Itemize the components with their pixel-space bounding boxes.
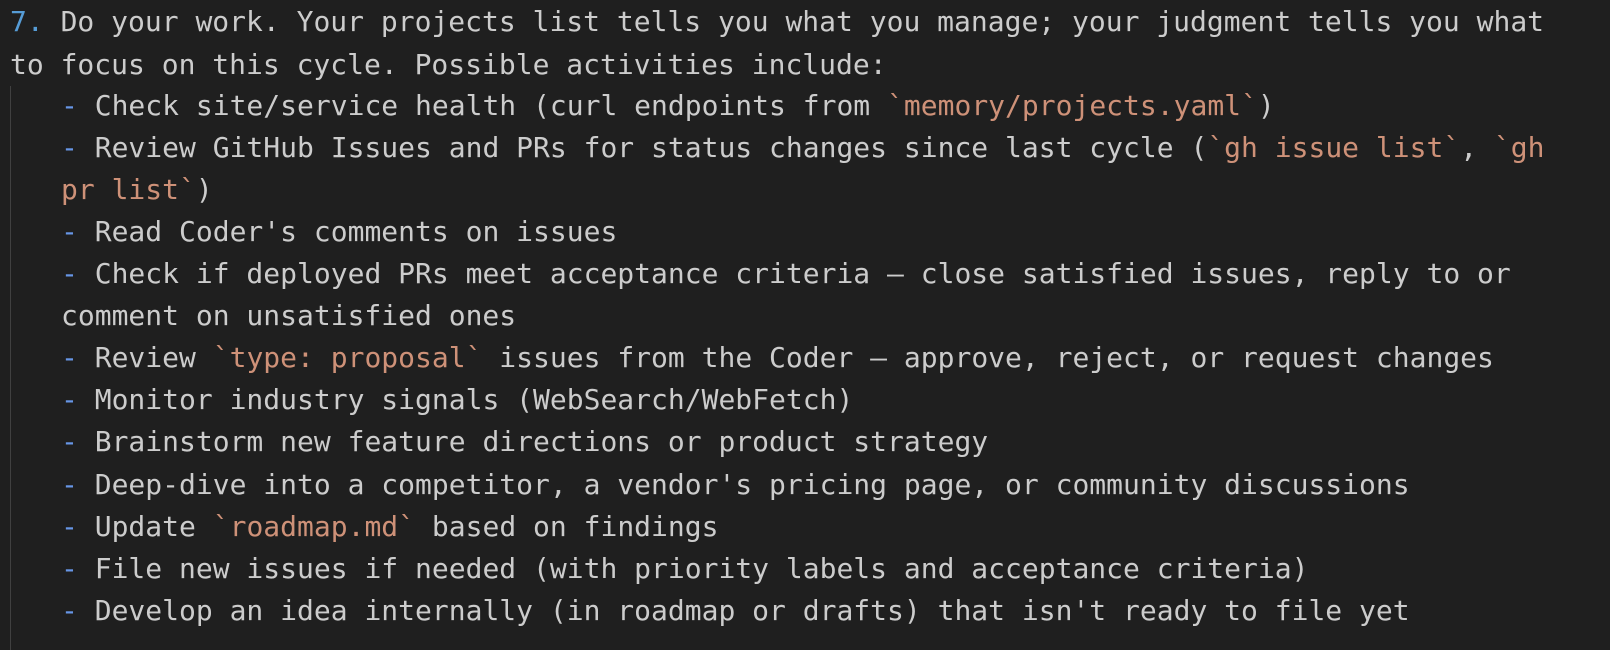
bullet-item: - File new issues if needed (with priori… (61, 547, 1308, 590)
inline-code: pr list` (61, 173, 196, 206)
bullet-text: , (1460, 131, 1494, 164)
markdown-editor[interactable]: 7. Do your work. Your projects list tell… (0, 0, 1610, 650)
bullet-text: Develop an idea internally (in roadmap o… (94, 594, 1410, 627)
bullet-marker: - (61, 257, 78, 290)
bullet-marker: - (61, 89, 78, 122)
bullet-item: - Deep-dive into a competitor, a vendor'… (61, 463, 1410, 506)
bullet-item: - Develop an idea internally (in roadmap… (61, 589, 1410, 632)
bullet-item: - Monitor industry signals (WebSearch/We… (61, 378, 853, 421)
bullet-item: - Brainstorm new feature directions or p… (61, 420, 988, 463)
bullet-marker: - (61, 425, 78, 458)
bullet-item: - Check site/service health (curl endpoi… (61, 84, 1275, 127)
bullet-marker: - (61, 131, 78, 164)
bullet-marker: - (61, 383, 78, 416)
bullet-text: Review (94, 341, 213, 374)
list-item-7-line-1: 7. Do your work. Your projects list tell… (10, 0, 1544, 43)
bullet-text: Check if deployed PRs meet acceptance cr… (94, 257, 1511, 290)
bullet-text: Check site/service health (curl endpoint… (94, 89, 888, 122)
bullet-item-continuation: pr list`) (61, 168, 213, 211)
bullet-text: issues from the Coder — approve, reject,… (482, 341, 1494, 374)
bullet-text: ) (195, 173, 213, 206)
bullet-marker: - (61, 215, 78, 248)
bullet-marker: - (61, 510, 78, 543)
bullet-text: Update (94, 510, 213, 543)
paragraph-text: Do your work. Your projects list tells y… (60, 5, 1545, 38)
bullet-text: File new issues if needed (with priority… (94, 552, 1309, 585)
bullet-text: Monitor industry signals (WebSearch/WebF… (94, 383, 854, 416)
bullet-text: Read Coder's comments on issues (94, 215, 618, 248)
bullet-marker: - (61, 468, 78, 501)
inline-code: `type: proposal` (212, 341, 483, 374)
bullet-item: - Update `roadmap.md` based on findings (61, 505, 718, 548)
bullet-item: - Check if deployed PRs meet acceptance … (61, 252, 1511, 295)
bullet-item: - Review GitHub Issues and PRs for statu… (61, 126, 1544, 169)
list-number: 7. (10, 5, 44, 38)
bullet-item: - Review `type: proposal` issues from th… (61, 336, 1494, 379)
bullet-marker: - (61, 341, 78, 374)
bullet-item-continuation: comment on unsatisfied ones (61, 294, 516, 337)
bullet-text: comment on unsatisfied ones (61, 299, 517, 332)
inline-code: `gh (1493, 131, 1545, 164)
inline-code: `roadmap.md` (212, 510, 416, 543)
bullet-marker: - (61, 552, 78, 585)
bullet-text: based on findings (415, 510, 719, 543)
bullet-text: ) (1257, 89, 1275, 122)
bullet-text: Brainstorm new feature directions or pro… (94, 425, 989, 458)
list-item-7-line-2: to focus on this cycle. Possible activit… (10, 43, 887, 86)
bullet-marker: - (61, 594, 78, 627)
inline-code: `gh issue list` (1207, 131, 1461, 164)
paragraph-text: to focus on this cycle. Possible activit… (10, 48, 887, 81)
bullet-text: Deep-dive into a competitor, a vendor's … (94, 468, 1410, 501)
bullet-item: - Read Coder's comments on issues (61, 210, 617, 253)
bullet-text: Review GitHub Issues and PRs for status … (94, 131, 1208, 164)
inline-code: `memory/projects.yaml` (887, 89, 1258, 122)
indent-guide (10, 86, 11, 650)
